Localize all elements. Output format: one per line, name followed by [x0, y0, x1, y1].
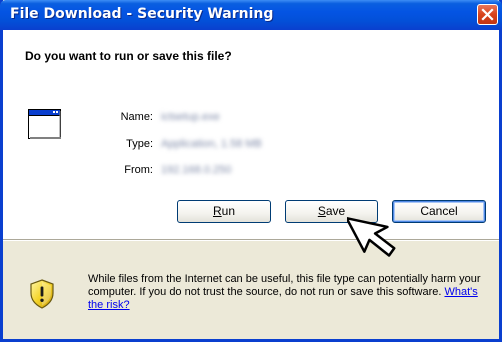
dialog-body: Do you want to run or save this file? Na…: [3, 30, 499, 339]
title-bar[interactable]: File Download - Security Warning: [0, 0, 502, 30]
warning-message: While files from the Internet can be use…: [88, 273, 481, 298]
question-panel: Do you want to run or save this file? Na…: [3, 30, 499, 239]
from-value: 192.168.0.250: [161, 164, 232, 176]
name-label: Name:: [120, 111, 153, 123]
dialog-question: Do you want to run or save this file?: [25, 49, 232, 63]
cancel-button[interactable]: Cancel: [392, 200, 486, 223]
type-label: Type:: [126, 138, 153, 150]
shield-warning-icon: [30, 279, 54, 309]
warning-panel: While files from the Internet can be use…: [3, 241, 499, 339]
application-window-icon: [28, 109, 61, 139]
run-button[interactable]: Run: [177, 200, 271, 223]
from-label: From:: [124, 164, 153, 176]
type-value: Application, 1.58 MB: [161, 138, 262, 150]
cancel-button-label: Cancel: [420, 204, 458, 218]
run-button-label: Run: [212, 204, 236, 218]
security-warning-dialog: File Download - Security Warning Do you …: [0, 0, 502, 342]
window-title: File Download - Security Warning: [10, 6, 274, 22]
save-button-label: Save: [317, 204, 346, 218]
close-icon: [481, 8, 494, 21]
name-value: ictsetup.exe: [161, 111, 220, 123]
save-button[interactable]: Save: [285, 200, 378, 223]
warning-text-block: While files from the Internet can be use…: [88, 273, 488, 312]
close-button[interactable]: [477, 4, 498, 25]
